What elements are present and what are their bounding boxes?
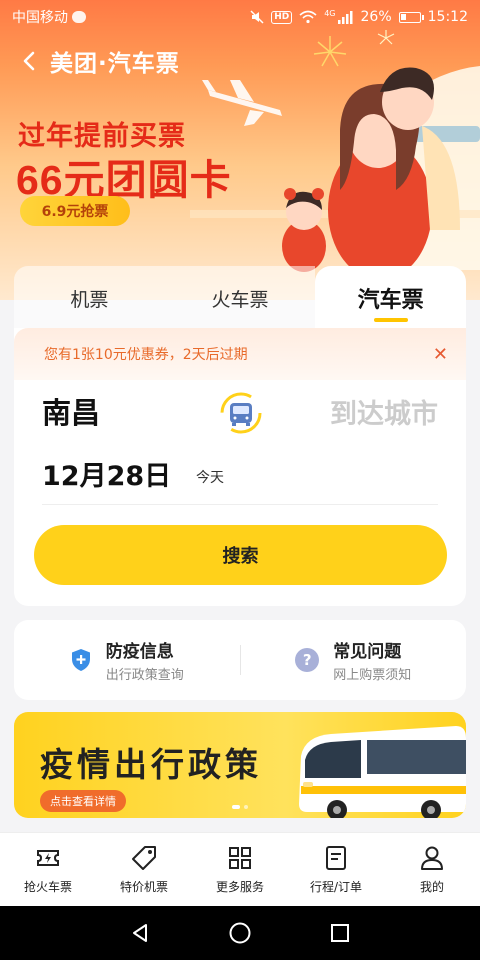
user-icon (421, 846, 443, 870)
tab-flight[interactable]: 机票 (14, 266, 165, 330)
epidemic-info-subtitle: 出行政策查询 (105, 668, 184, 683)
recents-square-icon[interactable] (329, 922, 351, 944)
battery-icon (398, 11, 424, 23)
question-icon: ? (295, 648, 320, 672)
chevron-left-icon (23, 51, 35, 71)
nav-my-profile[interactable]: 我的 (384, 833, 480, 906)
nav-label: 抢火车票 (23, 880, 72, 894)
tab-bus-label: 汽车票 (357, 288, 424, 313)
carrier: 中国移动 (12, 7, 86, 27)
nav-label: 更多服务 (215, 880, 264, 894)
family-illustration (190, 30, 480, 280)
system-navigation-bar (0, 906, 480, 960)
status-bar: 中国移动 HD 4G 26% 15:12 (0, 0, 480, 34)
price-tag-icon (132, 846, 156, 870)
battery-percent: 26% (360, 9, 392, 25)
nav-discount-flights[interactable]: 特价机票 (96, 833, 192, 906)
divider (42, 504, 438, 505)
carousel-dots (232, 805, 248, 809)
signal-icon (337, 10, 353, 24)
bottom-nav: 抢火车票 特价机票 更多服务 行程/订单 我的 (0, 832, 480, 906)
tab-train[interactable]: 火车票 (164, 266, 316, 330)
promo-button[interactable]: 6.9元抢票 (20, 196, 130, 226)
message-icon (72, 11, 86, 23)
nav-trips-orders[interactable]: 行程/订单 (288, 833, 384, 906)
banner-title: 疫情出行政策 (40, 745, 262, 784)
wifi-icon (299, 10, 317, 24)
grid-icon (229, 847, 251, 869)
status-right: HD 4G 26% 15:12 (250, 9, 468, 25)
shield-plus-icon (71, 649, 90, 671)
nav-label: 行程/订单 (309, 880, 363, 894)
faq-subtitle: 网上购票须知 (333, 668, 412, 683)
search-card: 您有1张10元优惠券，2天后过期 ✕ 南昌 到达城市 12月28日 今天 搜索 (14, 328, 466, 606)
bus-illustration (299, 726, 466, 818)
search-button[interactable]: 搜索 (34, 525, 447, 585)
nav-grab-train-tickets[interactable]: 抢火车票 (0, 833, 96, 906)
carrier-label: 中国移动 (12, 10, 68, 26)
home-circle-icon[interactable] (228, 921, 252, 945)
epidemic-info-title: 防疫信息 (105, 642, 174, 662)
close-icon[interactable]: ✕ (433, 344, 448, 365)
transport-tabs: 机票 火车票 汽车票 (14, 266, 467, 330)
network-type: 4G (324, 8, 336, 18)
ticket-bolt-icon (37, 850, 59, 866)
hd-badge: HD (271, 10, 293, 24)
info-card: 防疫信息 出行政策查询 ? 常见问题 网上购票须知 (14, 620, 466, 700)
back-triangle-icon[interactable] (129, 922, 151, 944)
nav-label: 特价机票 (119, 880, 168, 894)
departure-city[interactable]: 南昌 (42, 390, 100, 432)
arrival-city-field[interactable]: 到达城市 (330, 392, 438, 431)
tab-train-label: 火车票 (211, 288, 269, 311)
tab-flight-label: 机票 (70, 288, 109, 311)
nav-label: 我的 (419, 880, 444, 894)
page-title: 美团·汽车票 (50, 51, 180, 77)
hero-banner[interactable]: 中国移动 HD 4G 26% 15:12 美团·汽车票 过年提前买票 66元团圆… (0, 0, 480, 300)
coupon-notice[interactable]: 您有1张10元优惠券，2天后过期 ✕ (14, 328, 466, 380)
title-bar: 美团·汽车票 (18, 44, 180, 78)
policy-banner[interactable]: 疫情出行政策 点击查看详情 (14, 712, 466, 818)
faq[interactable]: ? 常见问题 网上购票须知 (241, 637, 467, 683)
bus-swap-icon[interactable] (220, 392, 262, 434)
epidemic-info[interactable]: 防疫信息 出行政策查询 (14, 637, 240, 683)
faq-title: 常见问题 (333, 642, 402, 662)
tab-bus[interactable]: 汽车票 (315, 266, 467, 330)
banner-detail-button[interactable]: 点击查看详情 (40, 790, 126, 812)
document-icon (326, 846, 346, 870)
departure-date[interactable]: 12月28日 (42, 454, 171, 493)
date-today-label: 今天 (196, 470, 224, 486)
nav-more-services[interactable]: 更多服务 (192, 833, 288, 906)
coupon-text: 您有1张10元优惠券，2天后过期 (44, 347, 248, 363)
clock: 15:12 (427, 9, 468, 25)
back-button[interactable] (18, 50, 40, 72)
mute-icon (250, 10, 264, 24)
